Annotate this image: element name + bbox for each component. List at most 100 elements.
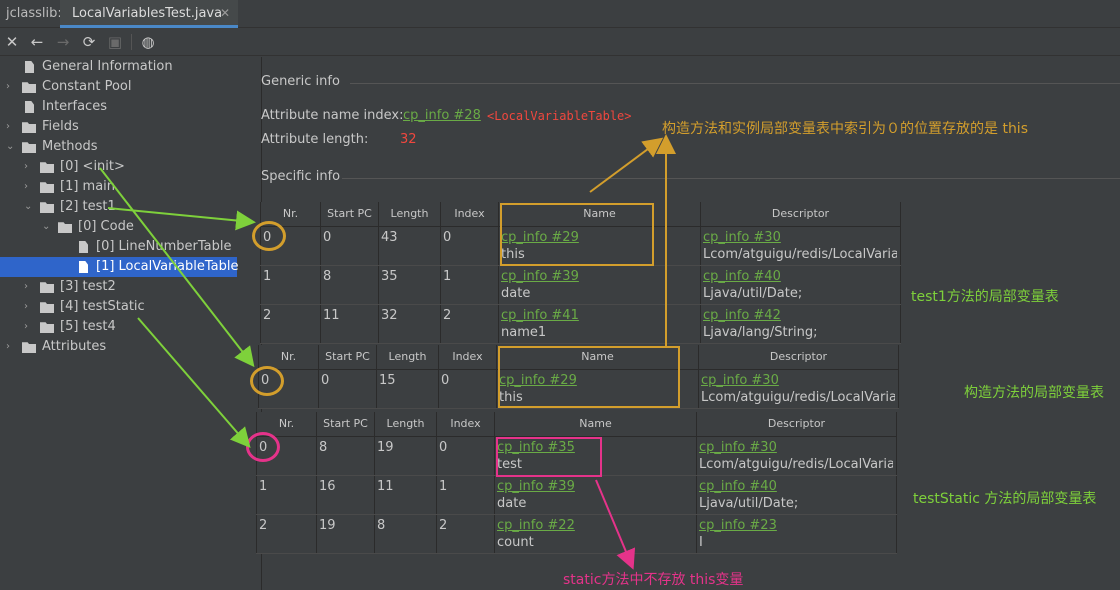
tree-node-label: [0] LineNumberTable xyxy=(96,239,232,254)
tree-node-label: [0] <init> xyxy=(60,159,125,174)
cell-nr: 1 xyxy=(256,475,317,515)
chevron-right-icon[interactable]: › xyxy=(24,177,36,197)
tree-node[interactable]: › Fields xyxy=(6,117,230,137)
name-cp-info-link[interactable]: cp_info #22 xyxy=(497,517,694,534)
descriptor-header[interactable]: Descriptor xyxy=(696,412,897,437)
descriptor-cp-info-link[interactable]: cp_info #40 xyxy=(703,268,898,285)
index-header[interactable]: Index xyxy=(440,202,499,227)
cell-nr: 1 xyxy=(260,265,321,305)
toolbar: ✕ ← → ⟳ ▣ ◍ xyxy=(0,28,1120,56)
variable-name: date xyxy=(497,495,527,511)
tree-node[interactable]: ⌄ [2] test1 xyxy=(24,197,230,217)
length-header[interactable]: Length xyxy=(378,202,441,227)
tree-node-label: Methods xyxy=(42,139,98,154)
start-pc-header[interactable]: Start PC xyxy=(318,345,377,370)
cell-length: 35 xyxy=(378,265,441,305)
chevron-right-icon[interactable]: › xyxy=(24,297,36,317)
cell-index: 2 xyxy=(436,514,495,554)
variable-descriptor: Ljava/util/Date; xyxy=(699,495,799,511)
tree-node[interactable]: Interfaces xyxy=(6,97,230,117)
descriptor-cp-info-link[interactable]: cp_info #30 xyxy=(701,372,896,389)
chevron-right-icon[interactable]: › xyxy=(6,337,18,357)
chevron-right-icon[interactable]: › xyxy=(6,77,18,97)
generic-info-title: Generic info xyxy=(261,74,340,89)
attribute-name-index-link[interactable]: cp_info #28 xyxy=(403,108,481,123)
app-name: jclasslib: xyxy=(6,6,62,21)
start-pc-header[interactable]: Start PC xyxy=(320,202,379,227)
chevron-down-icon[interactable]: ⌄ xyxy=(6,137,18,157)
variable-name: date xyxy=(501,285,531,301)
descriptor-cp-info-link[interactable]: cp_info #40 xyxy=(699,478,894,495)
table-row[interactable]: 2 11 32 2 cp_info #41 name1 cp_info #42 Ljava/l… xyxy=(260,304,901,344)
tree-node-label: Constant Pool xyxy=(42,79,132,94)
chevron-down-icon[interactable]: ⌄ xyxy=(24,197,36,217)
tab-bar: jclasslib: LocalVariablesTest.java ✕ xyxy=(0,0,1120,28)
cell-index: 1 xyxy=(440,265,499,305)
tree-node[interactable]: › Attributes xyxy=(6,337,230,357)
tree-node[interactable]: › Constant Pool xyxy=(6,77,230,97)
start-pc-header[interactable]: Start PC xyxy=(316,412,375,437)
cell-start: 0 xyxy=(318,369,377,409)
forward-arrow-icon[interactable]: → xyxy=(54,33,72,51)
highlight-test-teststatic xyxy=(496,437,602,477)
tree-node[interactable]: › [5] test4 xyxy=(24,317,230,337)
globe-icon[interactable]: ◍ xyxy=(139,33,157,51)
tree-node[interactable]: › [3] test2 xyxy=(24,277,230,297)
table-row[interactable]: 2 19 8 2 cp_info #22 count cp_info #23 I xyxy=(256,514,897,554)
annotation-static-note: static方法中不存放 this变量 xyxy=(563,572,744,588)
name-cp-info-link[interactable]: cp_info #41 xyxy=(501,307,698,324)
descriptor-cp-info-link[interactable]: cp_info #30 xyxy=(699,439,894,456)
descriptor-cp-info-link[interactable]: cp_info #23 xyxy=(699,517,894,534)
tree-node[interactable]: ⌄ [0] Code xyxy=(42,217,230,237)
chevron-right-icon[interactable]: › xyxy=(24,317,36,337)
back-arrow-icon[interactable]: ← xyxy=(28,33,46,51)
cell-length: 15 xyxy=(376,369,439,409)
chevron-down-icon[interactable]: ⌄ xyxy=(42,217,54,237)
descriptor-header[interactable]: Descriptor xyxy=(700,202,901,227)
tree-node[interactable]: › [1] main xyxy=(24,177,230,197)
tree-node-label: [1] main xyxy=(60,179,116,194)
chevron-right-icon[interactable]: › xyxy=(6,117,18,137)
name-cp-info-link[interactable]: cp_info #39 xyxy=(497,478,694,495)
index-header[interactable]: Index xyxy=(438,345,497,370)
reload-icon[interactable]: ⟳ xyxy=(80,33,98,51)
file-icon xyxy=(79,261,88,273)
tree-node[interactable]: › [0] <init> xyxy=(24,157,230,177)
variable-descriptor: Lcom/atguigu/redis/LocalVariable xyxy=(703,246,897,262)
tree-node-label: Attributes xyxy=(42,339,107,354)
chevron-right-icon[interactable]: › xyxy=(24,157,36,177)
folder-icon xyxy=(22,142,36,153)
descriptor-cp-info-link[interactable]: cp_info #30 xyxy=(703,229,898,246)
cell-descriptor: cp_info #30 Lcom/atguigu/redis/LocalVaria… xyxy=(700,226,901,266)
folder-icon xyxy=(40,162,54,173)
tab-label: LocalVariablesTest.java xyxy=(72,6,223,21)
descriptor-header[interactable]: Descriptor xyxy=(698,345,899,370)
specific-info-divider xyxy=(342,178,1120,179)
cell-length: 32 xyxy=(378,304,441,344)
tree-node[interactable]: [0] LineNumberTable xyxy=(60,237,232,257)
cell-name: cp_info #39 date xyxy=(498,265,701,305)
tab-local-variables-test[interactable]: LocalVariablesTest.java ✕ xyxy=(60,0,238,28)
index-header[interactable]: Index xyxy=(436,412,495,437)
cell-descriptor: cp_info #40 Ljava/util/Date; xyxy=(696,475,897,515)
toolbar-separator xyxy=(131,34,132,50)
name-cp-info-link[interactable]: cp_info #39 xyxy=(501,268,698,285)
cell-descriptor: cp_info #30 Lcom/atguigu/redis/LocalVaria… xyxy=(696,436,897,476)
tree-node[interactable]: › [4] testStatic xyxy=(24,297,230,317)
length-header[interactable]: Length xyxy=(376,345,439,370)
descriptor-cp-info-link[interactable]: cp_info #42 xyxy=(703,307,898,324)
tree-node[interactable]: [1] LocalVariableTable xyxy=(0,257,239,277)
tree-node[interactable]: ⌄ Methods xyxy=(6,137,230,157)
variable-name: count xyxy=(497,534,534,550)
cell-start: 19 xyxy=(316,514,375,554)
name-header[interactable]: Name xyxy=(494,412,697,437)
save-icon[interactable]: ▣ xyxy=(106,33,124,51)
close-icon[interactable]: ✕ xyxy=(3,33,21,51)
table-row[interactable]: 1 16 11 1 cp_info #39 date cp_info #40 Ljava/ut… xyxy=(256,475,897,515)
tree-node[interactable]: General Information xyxy=(6,57,230,77)
length-header[interactable]: Length xyxy=(374,412,437,437)
table-row[interactable]: 1 8 35 1 cp_info #39 date cp_info #40 Ljava/uti… xyxy=(260,265,901,305)
close-tab-icon[interactable]: ✕ xyxy=(220,6,230,20)
chevron-right-icon[interactable]: › xyxy=(24,277,36,297)
cell-index: 0 xyxy=(438,369,497,409)
